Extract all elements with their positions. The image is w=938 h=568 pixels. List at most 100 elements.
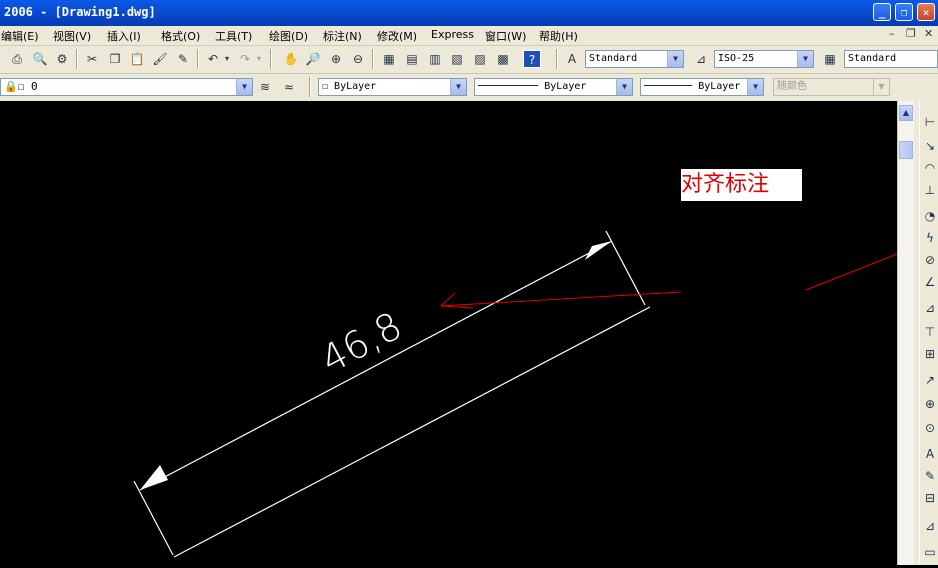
- diameter-dimension-icon[interactable]: ⊘: [921, 251, 938, 269]
- color-value: ByLayer: [334, 81, 377, 92]
- center-mark-icon[interactable]: ⊙: [921, 419, 938, 437]
- quick-leader-icon[interactable]: ↗: [921, 371, 938, 389]
- ordinate-dimension-icon[interactable]: ⊥: [921, 181, 938, 199]
- paste-icon[interactable]: 📋: [128, 50, 146, 68]
- dimension-edit-icon[interactable]: A: [921, 445, 938, 463]
- menu-format[interactable]: 格式(O): [161, 28, 200, 44]
- chevron-down-icon[interactable]: ▼: [873, 79, 889, 95]
- chevron-down-icon[interactable]: ▼: [616, 79, 632, 95]
- continue-dimension-icon[interactable]: ⊞: [921, 345, 938, 363]
- text-style-icon[interactable]: A: [563, 50, 581, 68]
- publish-icon[interactable]: ⚙: [53, 50, 71, 68]
- dimension-style-value: ISO-25: [718, 53, 755, 64]
- table-style-value: Standard: [848, 53, 897, 64]
- pan-icon[interactable]: ✋: [282, 50, 300, 68]
- dimension-style-icon[interactable]: ⊿: [692, 50, 710, 68]
- table-style-icon[interactable]: ▦: [821, 50, 839, 68]
- dimension-text-edit-icon[interactable]: ✎: [921, 467, 938, 485]
- help-icon[interactable]: ?: [523, 50, 541, 68]
- radius-dimension-icon[interactable]: ◔: [921, 207, 938, 225]
- minimize-button[interactable]: _: [873, 3, 891, 21]
- dimension-update-icon[interactable]: ⊟: [921, 489, 938, 507]
- lineweight-value: ByLayer: [698, 81, 741, 92]
- plot-preview-icon[interactable]: 🔍: [31, 50, 49, 68]
- menu-draw[interactable]: 绘图(D): [269, 28, 308, 44]
- menu-tools[interactable]: 工具(T): [215, 28, 252, 44]
- zoom-previous-icon[interactable]: ⊖: [349, 50, 367, 68]
- chevron-down-icon[interactable]: ▼: [797, 51, 813, 67]
- chevron-down-icon[interactable]: ▼: [450, 79, 466, 95]
- menu-bar: 编辑(E) 视图(V) 插入(I) 格式(O) 工具(T) 绘图(D) 标注(N…: [0, 26, 938, 46]
- aligned-dimension-icon[interactable]: ↘: [921, 137, 938, 155]
- color-select[interactable]: ☐ ByLayer ▼: [318, 78, 467, 96]
- cut-icon[interactable]: ✂: [83, 50, 101, 68]
- chevron-down-icon[interactable]: ▼: [236, 79, 252, 95]
- zoom-realtime-icon[interactable]: 🔎: [304, 50, 322, 68]
- layer-state-icons: 🔒☐: [4, 80, 31, 93]
- close-button[interactable]: ✕: [917, 3, 935, 21]
- zoom-window-icon[interactable]: ⊕: [327, 50, 345, 68]
- restore-button[interactable]: ❐: [895, 3, 913, 21]
- toolbar-separator: [309, 77, 311, 97]
- block-editor-icon[interactable]: ✎: [174, 50, 192, 68]
- redo-dropdown-icon[interactable]: ▾: [254, 50, 264, 68]
- make-object-layer-current-icon[interactable]: ≋: [256, 78, 274, 96]
- menu-modify[interactable]: 修改(M): [377, 28, 417, 44]
- linear-dimension-icon[interactable]: ⊢: [921, 113, 938, 131]
- design-center-icon[interactable]: ▤: [403, 50, 421, 68]
- vertical-scrollbar[interactable]: ▲: [897, 101, 914, 565]
- tolerance-icon[interactable]: ⊕: [921, 395, 938, 413]
- jogged-dimension-icon[interactable]: ϟ: [921, 229, 938, 247]
- plot-icon[interactable]: ⎙: [8, 50, 26, 68]
- mdi-minimize-button[interactable]: –: [889, 27, 895, 40]
- chevron-down-icon[interactable]: ▼: [667, 51, 683, 67]
- tool-palettes-icon[interactable]: ▥: [426, 50, 444, 68]
- toolbar-separator: [556, 49, 558, 69]
- linetype-select[interactable]: ────────── ByLayer ▼: [474, 78, 633, 96]
- calculator-icon[interactable]: ▩: [494, 50, 512, 68]
- lineweight-line-icon: ────────: [644, 81, 699, 92]
- redo-icon[interactable]: ↷: [236, 50, 254, 68]
- markup-icon[interactable]: ▨: [471, 50, 489, 68]
- plot-style-select[interactable]: 随颜色 ▼: [773, 78, 890, 96]
- drawing-canvas[interactable]: 46,8 对齐标注: [0, 101, 931, 565]
- text-style-select[interactable]: Standard ▼: [585, 50, 684, 68]
- menu-express[interactable]: Express: [431, 28, 474, 41]
- properties-icon[interactable]: ▦: [380, 50, 398, 68]
- menu-window[interactable]: 窗口(W): [485, 28, 526, 44]
- toolbar-separator: [197, 49, 199, 69]
- window-title: 2006 - [Drawing1.dwg]: [4, 5, 156, 19]
- scroll-up-button[interactable]: ▲: [899, 105, 913, 121]
- sheet-set-icon[interactable]: ▧: [448, 50, 466, 68]
- layer-select[interactable]: 🔒☐ 0 ▼: [0, 78, 253, 96]
- undo-dropdown-icon[interactable]: ▾: [222, 50, 232, 68]
- mdi-restore-button[interactable]: ❐: [906, 27, 916, 40]
- table-style-select[interactable]: Standard: [844, 50, 938, 68]
- match-properties-icon[interactable]: 🖌: [151, 50, 169, 68]
- more-icon[interactable]: ▭: [921, 543, 938, 561]
- baseline-dimension-icon[interactable]: ⊤: [921, 323, 938, 341]
- dimension-style-select[interactable]: ISO-25 ▼: [714, 50, 814, 68]
- dimension-toolbar: ⊢ ↘ ◠ ⊥ ◔ ϟ ⊘ ∠ ⊿ ⊤ ⊞ ↗ ⊕ ⊙ A ✎ ⊟ ⊿ ▭: [919, 101, 938, 565]
- arc-length-icon[interactable]: ◠: [921, 159, 938, 177]
- lineweight-select[interactable]: ──────── ByLayer ▼: [640, 78, 764, 96]
- menu-view[interactable]: 视图(V): [53, 28, 91, 44]
- linetype-value: ByLayer: [544, 81, 587, 92]
- mdi-close-button[interactable]: ✕: [924, 27, 933, 40]
- dimension-style-icon[interactable]: ⊿: [921, 517, 938, 535]
- angular-dimension-icon[interactable]: ∠: [921, 273, 938, 291]
- quick-dimension-icon[interactable]: ⊿: [921, 299, 938, 317]
- color-swatch-icon: ☐: [322, 81, 335, 92]
- scroll-thumb[interactable]: [899, 141, 913, 159]
- layers-toolbar: 🔒☐ 0 ▼ ≋ ≈ ☐ ByLayer ▼ ────────── ByLaye…: [0, 74, 938, 102]
- toolbar-separator: [76, 49, 78, 69]
- menu-insert[interactable]: 插入(I): [107, 28, 141, 44]
- menu-help[interactable]: 帮助(H): [539, 28, 578, 44]
- undo-icon[interactable]: ↶: [204, 50, 222, 68]
- chevron-down-icon[interactable]: ▼: [747, 79, 763, 95]
- menu-dimension[interactable]: 标注(N): [323, 28, 362, 44]
- menu-edit[interactable]: 编辑(E): [1, 28, 39, 44]
- copy-icon[interactable]: ❐: [106, 50, 124, 68]
- title-bar: 2006 - [Drawing1.dwg] _ ❐ ✕: [0, 0, 938, 26]
- layer-previous-icon[interactable]: ≈: [280, 78, 298, 96]
